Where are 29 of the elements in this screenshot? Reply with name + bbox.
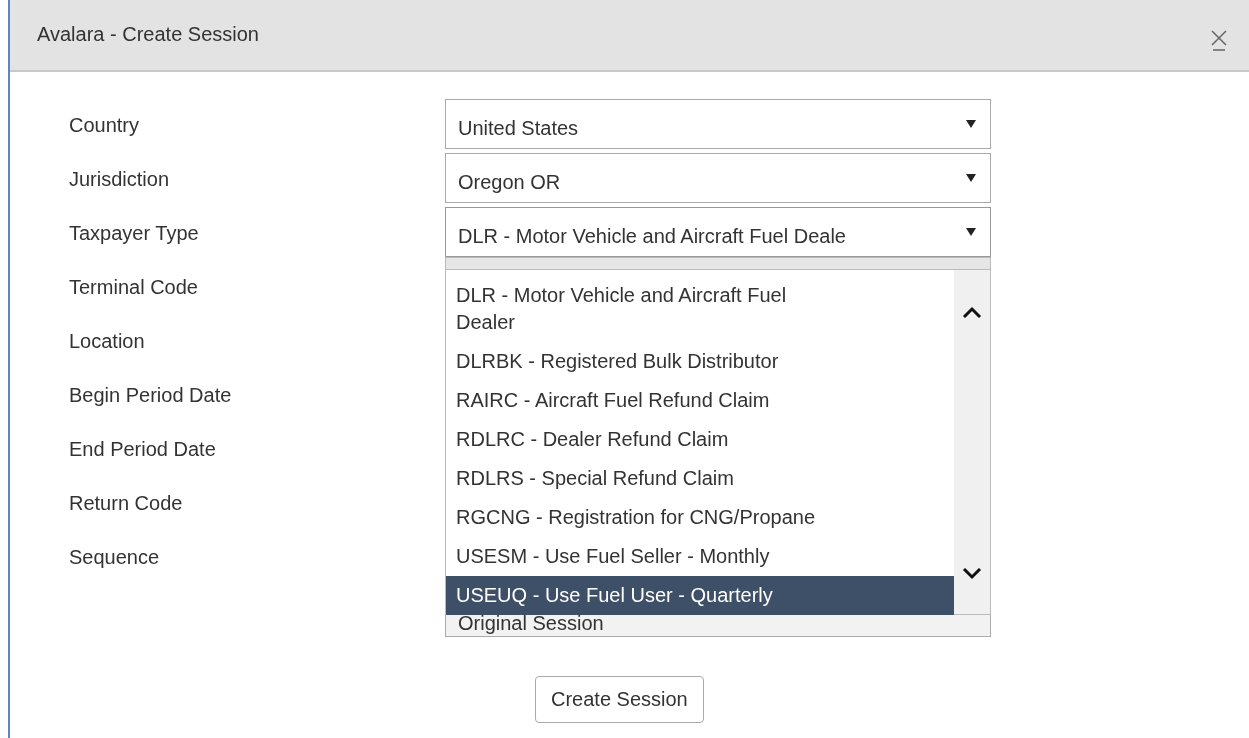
create-session-button[interactable]: Create Session [535,676,704,723]
close-icon[interactable] [1209,27,1229,51]
dropdown-option[interactable]: RDLRC - Dealer Refund Claim [446,420,954,459]
caret-icon [966,120,976,128]
field-label: Sequence [69,545,161,569]
select-field[interactable]: United States [445,99,991,149]
dropdown-option[interactable]: USESM - Use Fuel Seller - Monthly [446,537,954,576]
chevron-up-icon[interactable] [962,306,982,318]
field-label: Terminal Code [69,275,199,299]
dropdown-option[interactable]: USEUQ - Use Fuel User - Quarterly [446,576,954,615]
scrollbar[interactable] [954,270,990,614]
dropdown-option[interactable]: RDLRS - Special Refund Claim [446,459,954,498]
field-label: Begin Period Date [69,383,233,407]
field-label: Country [69,113,141,137]
dropdown-option[interactable]: RGCNG - Registration for CNG/Propane [446,498,954,537]
field-label: Taxpayer Type [69,221,200,245]
field-label: Jurisdiction [69,167,171,191]
field-label: Return Code [69,491,184,515]
field-label: Location [69,329,146,353]
select-field[interactable]: DLR - Motor Vehicle and Aircraft Fuel Deale [445,207,991,257]
window-title: Avalara - Create Session [37,22,259,46]
field-label: End Period Date [69,437,217,461]
dropdown-option[interactable]: RAIRC - Aircraft Fuel Refund Claim [446,381,954,420]
dropdown-option[interactable]: DLRBK - Registered Bulk Distributor [446,342,954,381]
dropdown-option[interactable]: DLR - Motor Vehicle and Aircraft Fuel Dealer [446,276,954,342]
caret-icon [966,174,976,182]
caret-icon [966,228,976,236]
select-field[interactable]: Oregon OR [445,153,991,203]
chevron-down-icon[interactable] [962,568,982,580]
